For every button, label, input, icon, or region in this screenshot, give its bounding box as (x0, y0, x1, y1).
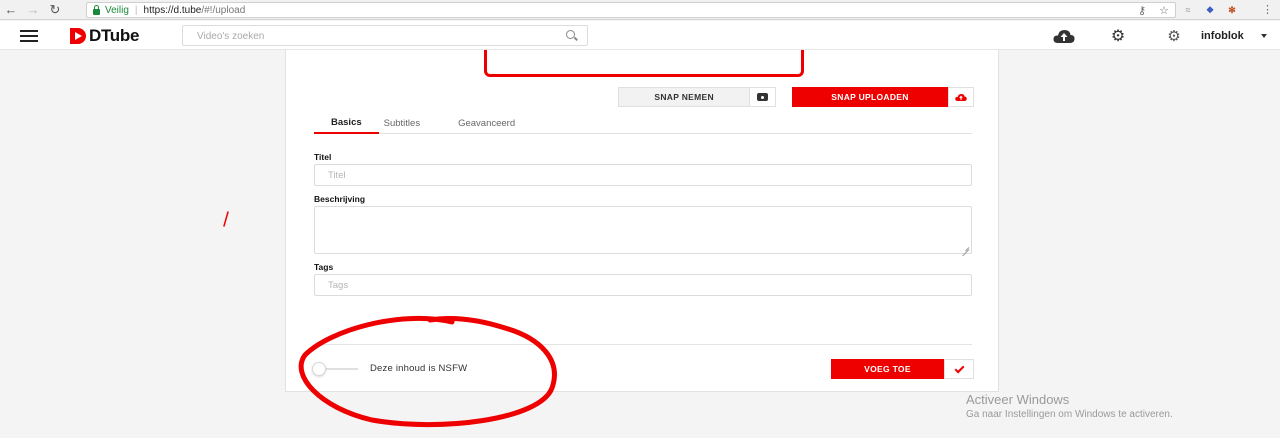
tab-subtitles[interactable]: Subtitles (379, 112, 442, 134)
nsfw-toggle[interactable] (312, 362, 358, 376)
snap-upload-button[interactable]: SNAP UPLOADEN (792, 87, 974, 107)
back-arrow-icon[interactable]: ← (0, 0, 22, 20)
extension-icon-1[interactable]: ≈ (1180, 3, 1196, 17)
menu-icon[interactable] (20, 30, 38, 42)
divider (314, 344, 972, 345)
avatar[interactable]: ⚙ (1162, 27, 1186, 45)
logo-mark-icon (70, 28, 88, 44)
settings-icon[interactable]: ⚙︎ (1106, 26, 1130, 46)
browser-menu-icon[interactable]: ⋮ (1262, 3, 1273, 16)
forward-arrow-icon[interactable]: → (22, 0, 44, 20)
logo-text: DTube (89, 26, 140, 45)
nsfw-label: Deze inhoud is NSFW (370, 363, 468, 374)
url-path: /#!/upload (201, 4, 246, 16)
tags-input[interactable] (314, 274, 972, 296)
resize-handle-icon[interactable] (962, 243, 970, 251)
username[interactable]: infoblok (1201, 30, 1244, 42)
chevron-down-icon[interactable] (1261, 34, 1267, 38)
tab-advanced[interactable]: Geavanceerd (442, 112, 531, 134)
snap-take-button[interactable]: SNAP NEMEN (618, 87, 776, 107)
secure-label: Veilig (105, 4, 129, 16)
upload-cloud-small-icon (948, 87, 974, 107)
title-label: Titel (314, 152, 332, 162)
description-label: Beschrijving (314, 194, 366, 204)
upload-cloud-icon[interactable] (1052, 26, 1076, 46)
address-separator: | (134, 4, 138, 16)
reload-icon[interactable]: ↻ (44, 0, 66, 20)
search-icon[interactable] (566, 30, 575, 39)
search-box (182, 25, 588, 46)
add-video-label: VOEG TOE (831, 359, 944, 379)
lock-icon (93, 4, 100, 15)
add-video-button[interactable]: VOEG TOE (831, 359, 974, 379)
snap-take-label: SNAP NEMEN (654, 92, 714, 102)
app-header: DTube ⚙︎ ⚙ infoblok (0, 21, 1280, 50)
camera-icon (757, 93, 769, 101)
upload-panel: SNAP NEMEN SNAP UPLOADEN Basics Subtitle… (285, 50, 999, 392)
tags-label: Tags (314, 262, 334, 272)
upload-tabs: Basics Subtitles Geavanceerd (314, 112, 972, 134)
description-textarea[interactable] (314, 206, 972, 254)
annotation-mark (223, 211, 229, 227)
tab-basics[interactable]: Basics (314, 112, 379, 134)
browser-toolbar: ← → ↻ Veilig | https://d.tube/#!/upload … (0, 0, 1280, 20)
extension-icon-3[interactable]: ✻ (1224, 3, 1240, 17)
thumbnail-preview (484, 50, 804, 77)
extension-icon-2[interactable]: ❖ (1202, 3, 1218, 17)
url-host: https://d.tube (143, 4, 202, 16)
search-input[interactable] (183, 27, 553, 46)
check-icon (954, 363, 964, 373)
star-icon[interactable]: ☆ (1153, 2, 1175, 18)
key-icon[interactable]: ⚷ (1131, 2, 1153, 18)
snap-upload-label: SNAP UPLOADEN (831, 92, 909, 102)
watermark-line-1: Activeer Windows (966, 392, 1070, 407)
windows-activation-watermark: Activeer Windows Ga naar Instellingen om… (966, 392, 1173, 420)
title-input[interactable] (314, 164, 972, 186)
address-bar[interactable]: Veilig | https://d.tube/#!/upload ⚷ ☆ (86, 2, 1176, 18)
watermark-line-2: Ga naar Instellingen om Windows te activ… (966, 409, 1173, 420)
logo[interactable]: DTube (70, 26, 139, 46)
